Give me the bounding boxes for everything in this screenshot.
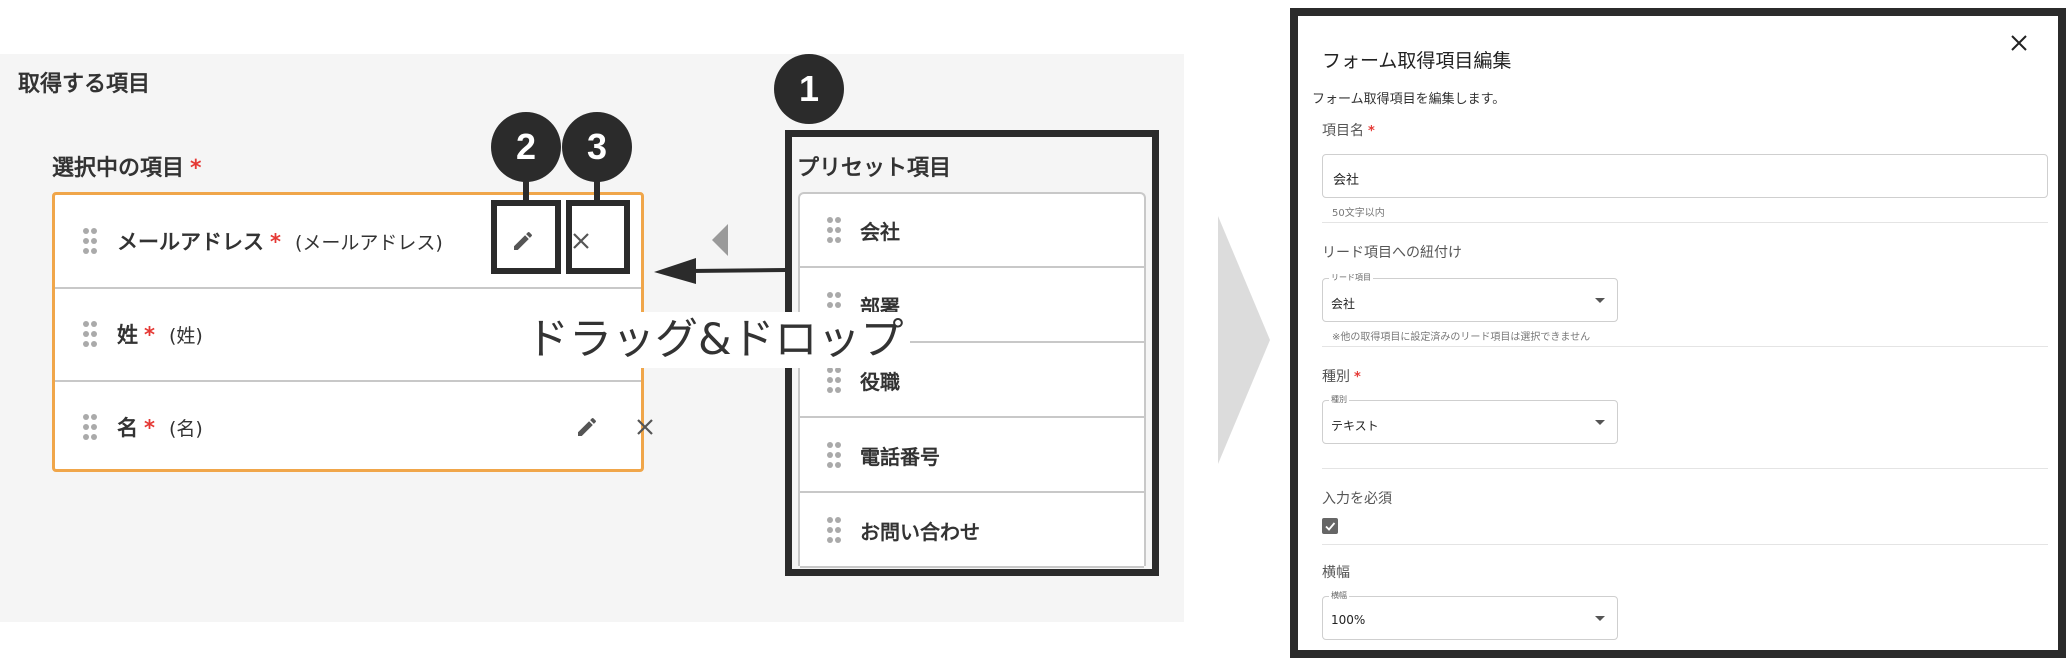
chevron-down-icon bbox=[1595, 420, 1605, 425]
drag-handle-icon[interactable] bbox=[83, 228, 97, 254]
selected-items-label-text: 選択中の項目 bbox=[52, 156, 185, 181]
item-name-label: 項目名 * bbox=[1322, 120, 1375, 140]
lead-link-label: リード項目への紐付け bbox=[1322, 245, 1462, 261]
callout-1: 1 bbox=[774, 54, 844, 124]
type-value: テキスト bbox=[1331, 419, 1379, 433]
required-mark: * bbox=[1368, 124, 1375, 139]
selected-item-name: 姓 * (姓) bbox=[117, 319, 203, 349]
item-sub-text: (姓) bbox=[168, 325, 203, 347]
preset-item-label: 電話番号 bbox=[860, 444, 940, 469]
required-mark: * bbox=[1354, 370, 1361, 385]
item-name-label-text: 項目名 bbox=[1322, 123, 1364, 139]
item-sub-text: (名) bbox=[168, 418, 203, 440]
lead-item-value: 会社 bbox=[1331, 297, 1356, 311]
divider bbox=[1322, 346, 2048, 347]
preset-item[interactable]: 会社 bbox=[800, 194, 1144, 268]
divider bbox=[1322, 222, 2048, 223]
arrow-left-icon bbox=[654, 258, 696, 284]
callout-2-frame bbox=[491, 200, 561, 274]
required-checkbox[interactable] bbox=[1322, 518, 1338, 534]
type-legend: 種別 bbox=[1329, 394, 1349, 405]
selected-item-row[interactable]: 名 * (名) bbox=[55, 381, 653, 473]
drag-drop-label: ドラッグ&ドロップ bbox=[520, 312, 910, 368]
item-name-text: 姓 bbox=[117, 323, 138, 347]
callout-3-frame bbox=[566, 200, 630, 274]
preset-item-label: 役職 bbox=[860, 369, 900, 394]
item-name-input[interactable]: 会社 bbox=[1322, 154, 2048, 198]
width-value: 100% bbox=[1331, 613, 1366, 627]
preset-item[interactable]: お問い合わせ bbox=[800, 494, 1144, 568]
edit-button[interactable] bbox=[567, 407, 607, 447]
divider bbox=[1322, 468, 2048, 469]
lead-item-select[interactable]: リード項目 会社 bbox=[1322, 272, 1618, 322]
remove-button[interactable] bbox=[625, 407, 665, 447]
dialog-description: フォーム取得項目を編集します。 bbox=[1312, 92, 1506, 107]
divider bbox=[1322, 544, 2048, 545]
preset-title: プリセット項目 bbox=[797, 156, 952, 181]
dialog-close-button[interactable] bbox=[2004, 28, 2034, 58]
item-name-hint: 50文字以内 bbox=[1332, 208, 1385, 219]
preset-item[interactable]: 電話番号 bbox=[800, 419, 1144, 493]
chevron-down-icon bbox=[1595, 298, 1605, 303]
type-label-text: 種別 bbox=[1322, 369, 1350, 385]
required-mark: * bbox=[270, 230, 281, 254]
lead-item-legend: リード項目 bbox=[1329, 272, 1373, 283]
type-label: 種別 * bbox=[1322, 366, 1361, 386]
section-title: 取得する項目 bbox=[18, 72, 151, 97]
drag-handle-icon[interactable] bbox=[827, 367, 841, 393]
width-legend: 横幅 bbox=[1329, 590, 1349, 601]
drag-handle-icon[interactable] bbox=[827, 217, 841, 243]
selected-item-name: 名 * (名) bbox=[117, 412, 203, 442]
drag-handle-icon[interactable] bbox=[83, 321, 97, 347]
selected-items-label: 選択中の項目 * bbox=[52, 150, 202, 182]
width-select[interactable]: 横幅 100% bbox=[1322, 590, 1618, 640]
drag-handle-icon[interactable] bbox=[83, 414, 97, 440]
selected-item-name: メールアドレス * (メールアドレス) bbox=[117, 226, 443, 256]
collapse-triangle-icon bbox=[712, 224, 728, 256]
callout-2: 2 bbox=[491, 112, 561, 182]
type-select[interactable]: 種別 テキスト bbox=[1322, 394, 1618, 444]
preset-items-list[interactable]: 会社 部署 役職 電話番号 お問い合わせ bbox=[798, 192, 1146, 568]
drag-handle-icon[interactable] bbox=[827, 442, 841, 468]
preset-item-label: お問い合わせ bbox=[860, 519, 980, 544]
required-mark: * bbox=[144, 416, 155, 440]
close-icon bbox=[2011, 35, 2027, 51]
chevron-down-icon bbox=[1595, 616, 1605, 621]
item-name-text: 名 bbox=[117, 416, 138, 440]
preset-item-label: 会社 bbox=[860, 219, 900, 244]
item-name-text: メールアドレス bbox=[117, 230, 264, 254]
required-label: 入力を必須 bbox=[1322, 491, 1392, 507]
item-sub-text: (メールアドレス) bbox=[294, 232, 443, 254]
transition-chevron bbox=[1218, 216, 1270, 464]
drag-handle-icon[interactable] bbox=[827, 517, 841, 543]
callout-3: 3 bbox=[562, 112, 632, 182]
pencil-icon bbox=[578, 417, 597, 436]
width-label: 横幅 bbox=[1322, 565, 1350, 581]
lead-item-hint: ※他の取得項目に設定済みのリード項目は選択できません bbox=[1332, 332, 1591, 343]
required-mark: * bbox=[144, 323, 155, 347]
dialog-title: フォーム取得項目編集 bbox=[1322, 50, 1512, 72]
check-icon bbox=[1325, 522, 1336, 531]
close-icon bbox=[637, 419, 653, 435]
edit-item-dialog: フォーム取得項目編集 フォーム取得項目を編集します。 項目名 * 会社 50文字以… bbox=[1290, 8, 2066, 658]
required-mark: * bbox=[190, 156, 202, 181]
drag-arrow bbox=[654, 224, 787, 284]
